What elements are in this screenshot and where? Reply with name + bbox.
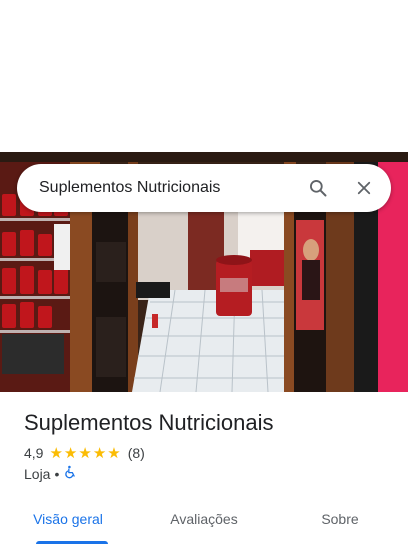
- search-icon[interactable]: [295, 164, 341, 212]
- rating-row[interactable]: 4,9 ★ ★ ★ ★ ★ (8): [24, 445, 145, 461]
- tab-bar: Visão geral Avaliações Sobre: [0, 494, 408, 544]
- star-icon: ★: [78, 444, 92, 462]
- tab-about[interactable]: Sobre: [272, 494, 408, 544]
- wheelchair-icon: [63, 465, 77, 482]
- tab-label: Sobre: [321, 511, 359, 527]
- star-icon: ★: [49, 444, 63, 462]
- close-icon[interactable]: [341, 164, 387, 212]
- search-bar[interactable]: Suplementos Nutricionais: [17, 164, 391, 212]
- tab-label: Visão geral: [33, 511, 103, 527]
- tab-label: Avaliações: [170, 511, 238, 527]
- rating-value: 4,9: [24, 445, 44, 461]
- place-category: Loja: [24, 465, 51, 482]
- map-blank-area: [0, 0, 408, 152]
- star-icon: ★: [107, 444, 121, 462]
- star-icon: ★: [92, 444, 107, 462]
- separator-dot: •: [54, 465, 60, 482]
- place-info-panel: Suplementos Nutricionais 4,9 ★ ★ ★ ★ ★ (…: [0, 392, 408, 544]
- star-rating: ★ ★ ★ ★ ★: [49, 446, 121, 461]
- category-row: Loja •: [24, 465, 77, 482]
- star-icon: ★: [63, 444, 78, 462]
- tab-reviews[interactable]: Avaliações: [136, 494, 272, 544]
- search-input[interactable]: Suplementos Nutricionais: [17, 179, 295, 197]
- tab-overview[interactable]: Visão geral: [0, 494, 136, 544]
- place-title: Suplementos Nutricionais: [24, 410, 274, 435]
- review-count[interactable]: (8): [128, 445, 145, 461]
